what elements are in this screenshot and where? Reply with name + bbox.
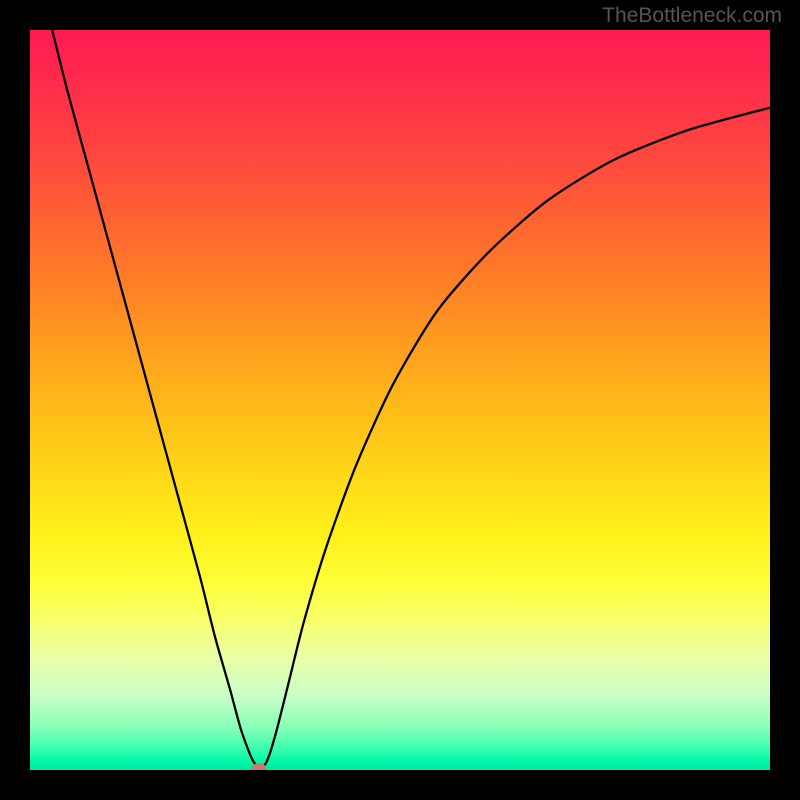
bottleneck-curve-line (52, 30, 770, 768)
watermark-text: TheBottleneck.com (602, 4, 782, 28)
chart-svg (30, 30, 770, 770)
plot-area (30, 30, 770, 770)
optimal-point-marker (252, 763, 266, 770)
